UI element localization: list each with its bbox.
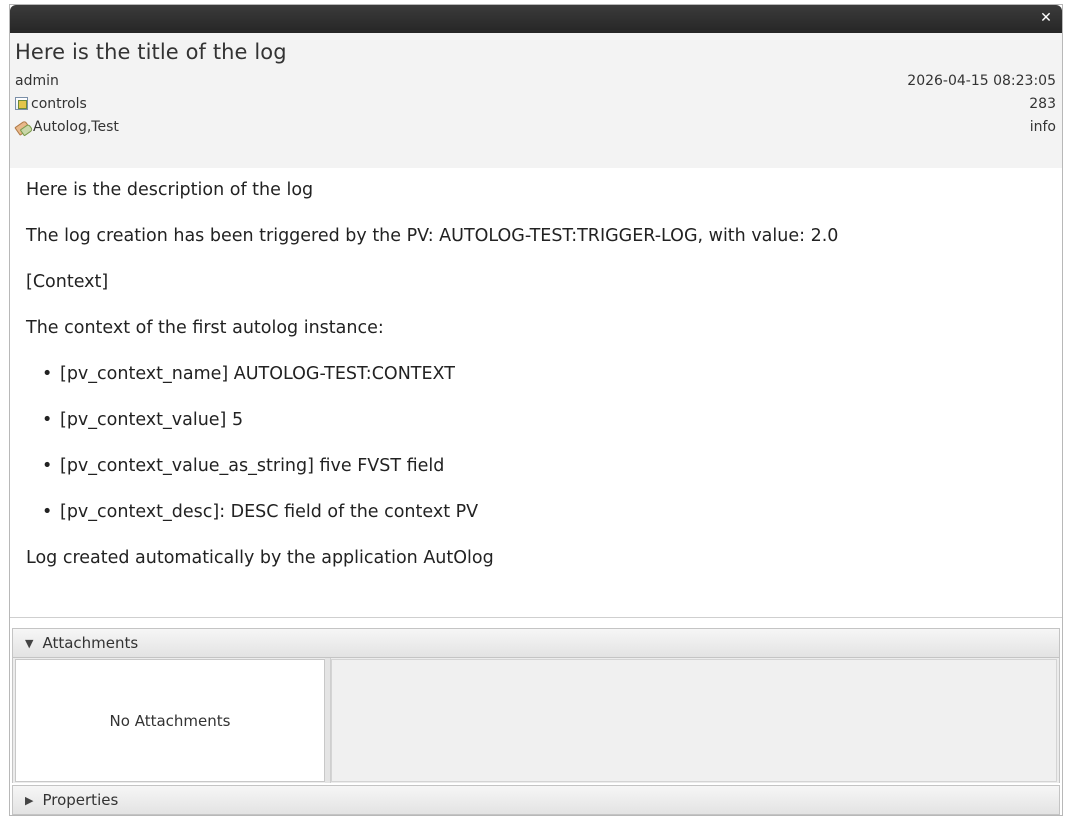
log-entry-window: ✕ Here is the title of the log admin 202…	[9, 4, 1063, 816]
list-item: [pv_context_name] AUTOLOG-TEST:CONTEXT	[26, 362, 1046, 386]
expanded-triangle-icon: ▼	[25, 636, 34, 650]
author-date-row: admin 2026-04-15 08:23:05	[15, 69, 1056, 92]
log-tags: Autolog,Test	[33, 118, 119, 135]
tags-level-row: Autolog,Test info	[15, 115, 1056, 138]
properties-section-header[interactable]: ▶ Properties	[12, 785, 1060, 815]
log-level: info	[1029, 118, 1056, 135]
list-item: [pv_context_desc]: DESC field of the con…	[26, 500, 1046, 524]
description-line: The context of the first autolog instanc…	[26, 318, 384, 338]
close-icon[interactable]: ✕	[1038, 10, 1054, 26]
title-bar[interactable]: ✕	[10, 5, 1062, 33]
tags-field: Autolog,Test	[15, 119, 119, 135]
logbook-icon	[15, 97, 28, 110]
log-title: Here is the title of the log	[15, 40, 287, 64]
description-footer: Log created automatically by the applica…	[26, 548, 494, 568]
context-list: [pv_context_name] AUTOLOG-TEST:CONTEXT […	[26, 362, 1046, 524]
log-id: 283	[1029, 95, 1056, 112]
properties-label: Properties	[42, 791, 119, 809]
attachments-section-header[interactable]: ▼ Attachments	[12, 628, 1060, 658]
collapsed-triangle-icon: ▶	[25, 793, 34, 807]
no-attachments-text: No Attachments	[109, 711, 231, 730]
attachments-panel: No Attachments	[12, 658, 1060, 783]
attachment-preview	[331, 659, 1057, 782]
log-description[interactable]: Here is the description of the log The l…	[10, 168, 1062, 618]
logbook-field: controls	[15, 96, 87, 112]
attachments-list[interactable]: No Attachments	[15, 659, 325, 782]
attachments-label: Attachments	[42, 634, 139, 652]
log-date: 2026-04-15 08:23:05	[907, 72, 1056, 89]
description-line: Here is the description of the log	[26, 180, 314, 200]
list-item: [pv_context_value] 5	[26, 408, 1046, 432]
log-author: admin	[15, 72, 59, 89]
description-line: The log creation has been triggered by t…	[26, 226, 839, 246]
log-header: Here is the title of the log admin 2026-…	[10, 33, 1062, 168]
logbook-name: controls	[31, 95, 87, 112]
description-line: [Context]	[26, 272, 109, 292]
tag-icon	[15, 120, 30, 134]
logbook-id-row: controls 283	[15, 92, 1056, 115]
list-item: [pv_context_value_as_string] five FVST f…	[26, 454, 1046, 478]
